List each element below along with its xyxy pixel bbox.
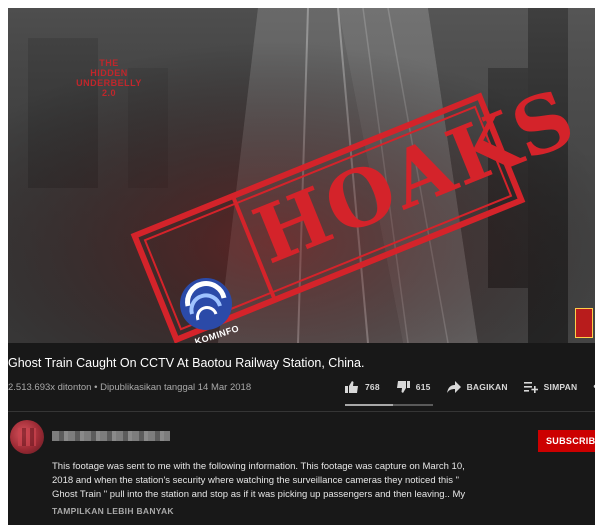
playlist-add-icon: [523, 382, 538, 393]
thumbs-down-icon: [396, 381, 410, 393]
save-button[interactable]: SIMPAN: [523, 381, 578, 393]
channel-watermark: THE HIDDEN UNDERBELLY 2.0: [64, 58, 154, 98]
like-dislike-bar: [345, 404, 433, 406]
share-arrow-icon: [446, 381, 461, 393]
watermark-line: UNDERBELLY: [76, 78, 142, 88]
subscribe-button[interactable]: SUBSCRIBE: [538, 430, 595, 452]
video-title: Ghost Train Caught On CCTV At Baotou Rai…: [8, 356, 365, 370]
video-meta: 2.513.693x ditonton • Dipublikasikan tan…: [8, 382, 251, 393]
video-player[interactable]: THE HIDDEN UNDERBELLY 2.0 HOAKS KOMINFO: [8, 8, 595, 343]
watermark-line: THE: [99, 58, 119, 68]
avatar-blur: [18, 428, 36, 446]
video-page: THE HIDDEN UNDERBELLY 2.0 HOAKS KOMINFO …: [8, 8, 595, 525]
view-count: 2.513.693x ditonton: [8, 382, 92, 393]
thumbs-up-icon: [345, 381, 358, 393]
meta-separator: •: [94, 382, 98, 393]
video-description: This footage was sent to me with the fol…: [52, 460, 522, 502]
kominfo-logo-icon: [180, 278, 232, 330]
channel-name-redacted[interactable]: [52, 431, 170, 441]
watermark-line: HIDDEN: [90, 68, 128, 78]
like-button[interactable]: 768: [345, 381, 380, 393]
share-button[interactable]: BAGIKAN: [446, 381, 508, 393]
like-bar-fill: [345, 404, 394, 406]
divider: [8, 411, 595, 412]
like-count: 768: [365, 382, 380, 392]
description-line: Ghost Train " pull into the station and …: [52, 489, 466, 500]
dislike-count: 615: [415, 382, 431, 392]
save-label: SIMPAN: [543, 382, 578, 392]
description-line: This footage was sent to me with the fol…: [52, 461, 465, 472]
channel-avatar[interactable]: [10, 420, 44, 454]
publish-date: Dipublikasikan tanggal 14 Mar 2018: [100, 382, 252, 393]
description-line: 2018 and when the station's security whe…: [52, 475, 460, 486]
show-more-button[interactable]: TAMPILKAN LEBIH BANYAK: [52, 506, 174, 516]
share-label: BAGIKAN: [466, 382, 508, 392]
watermark-line: 2.0: [101, 88, 116, 98]
dislike-button[interactable]: 615: [396, 381, 431, 393]
action-bar: 768 615 BAGIKAN SIMPAN •••: [345, 381, 595, 393]
channel-corner-icon: [575, 308, 593, 338]
